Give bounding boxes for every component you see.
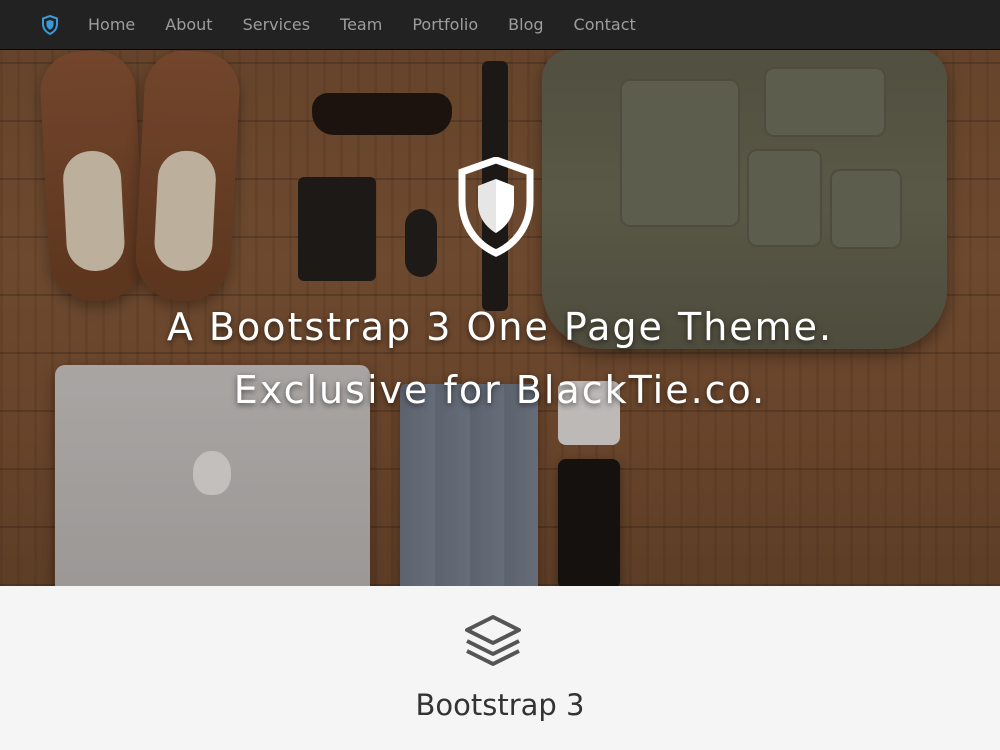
nav-link-blog[interactable]: Blog <box>493 0 558 49</box>
layers-icon <box>465 615 521 666</box>
features-section: Bootstrap 3 <box>0 586 1000 750</box>
nav-link-services[interactable]: Services <box>228 0 325 49</box>
nav-link-portfolio[interactable]: Portfolio <box>397 0 493 49</box>
nav-link-about[interactable]: About <box>150 0 227 49</box>
nav-link-contact[interactable]: Contact <box>559 0 651 49</box>
top-navbar: Home About Services Team Portfolio Blog … <box>0 0 1000 50</box>
hero-title-line1: A Bootstrap 3 One Page Theme. <box>166 305 834 349</box>
hero-banner: A Bootstrap 3 One Page Theme. Exclusive … <box>0 49 1000 586</box>
brand-shield-icon[interactable] <box>40 14 60 36</box>
hero-title-line2: Exclusive for BlackTie.co. <box>233 368 767 412</box>
hero-shield-icon <box>458 157 534 257</box>
section-title: Bootstrap 3 <box>415 688 585 722</box>
nav-links: Home About Services Team Portfolio Blog … <box>78 0 651 49</box>
nav-link-home[interactable]: Home <box>78 0 150 49</box>
nav-link-team[interactable]: Team <box>325 0 397 49</box>
